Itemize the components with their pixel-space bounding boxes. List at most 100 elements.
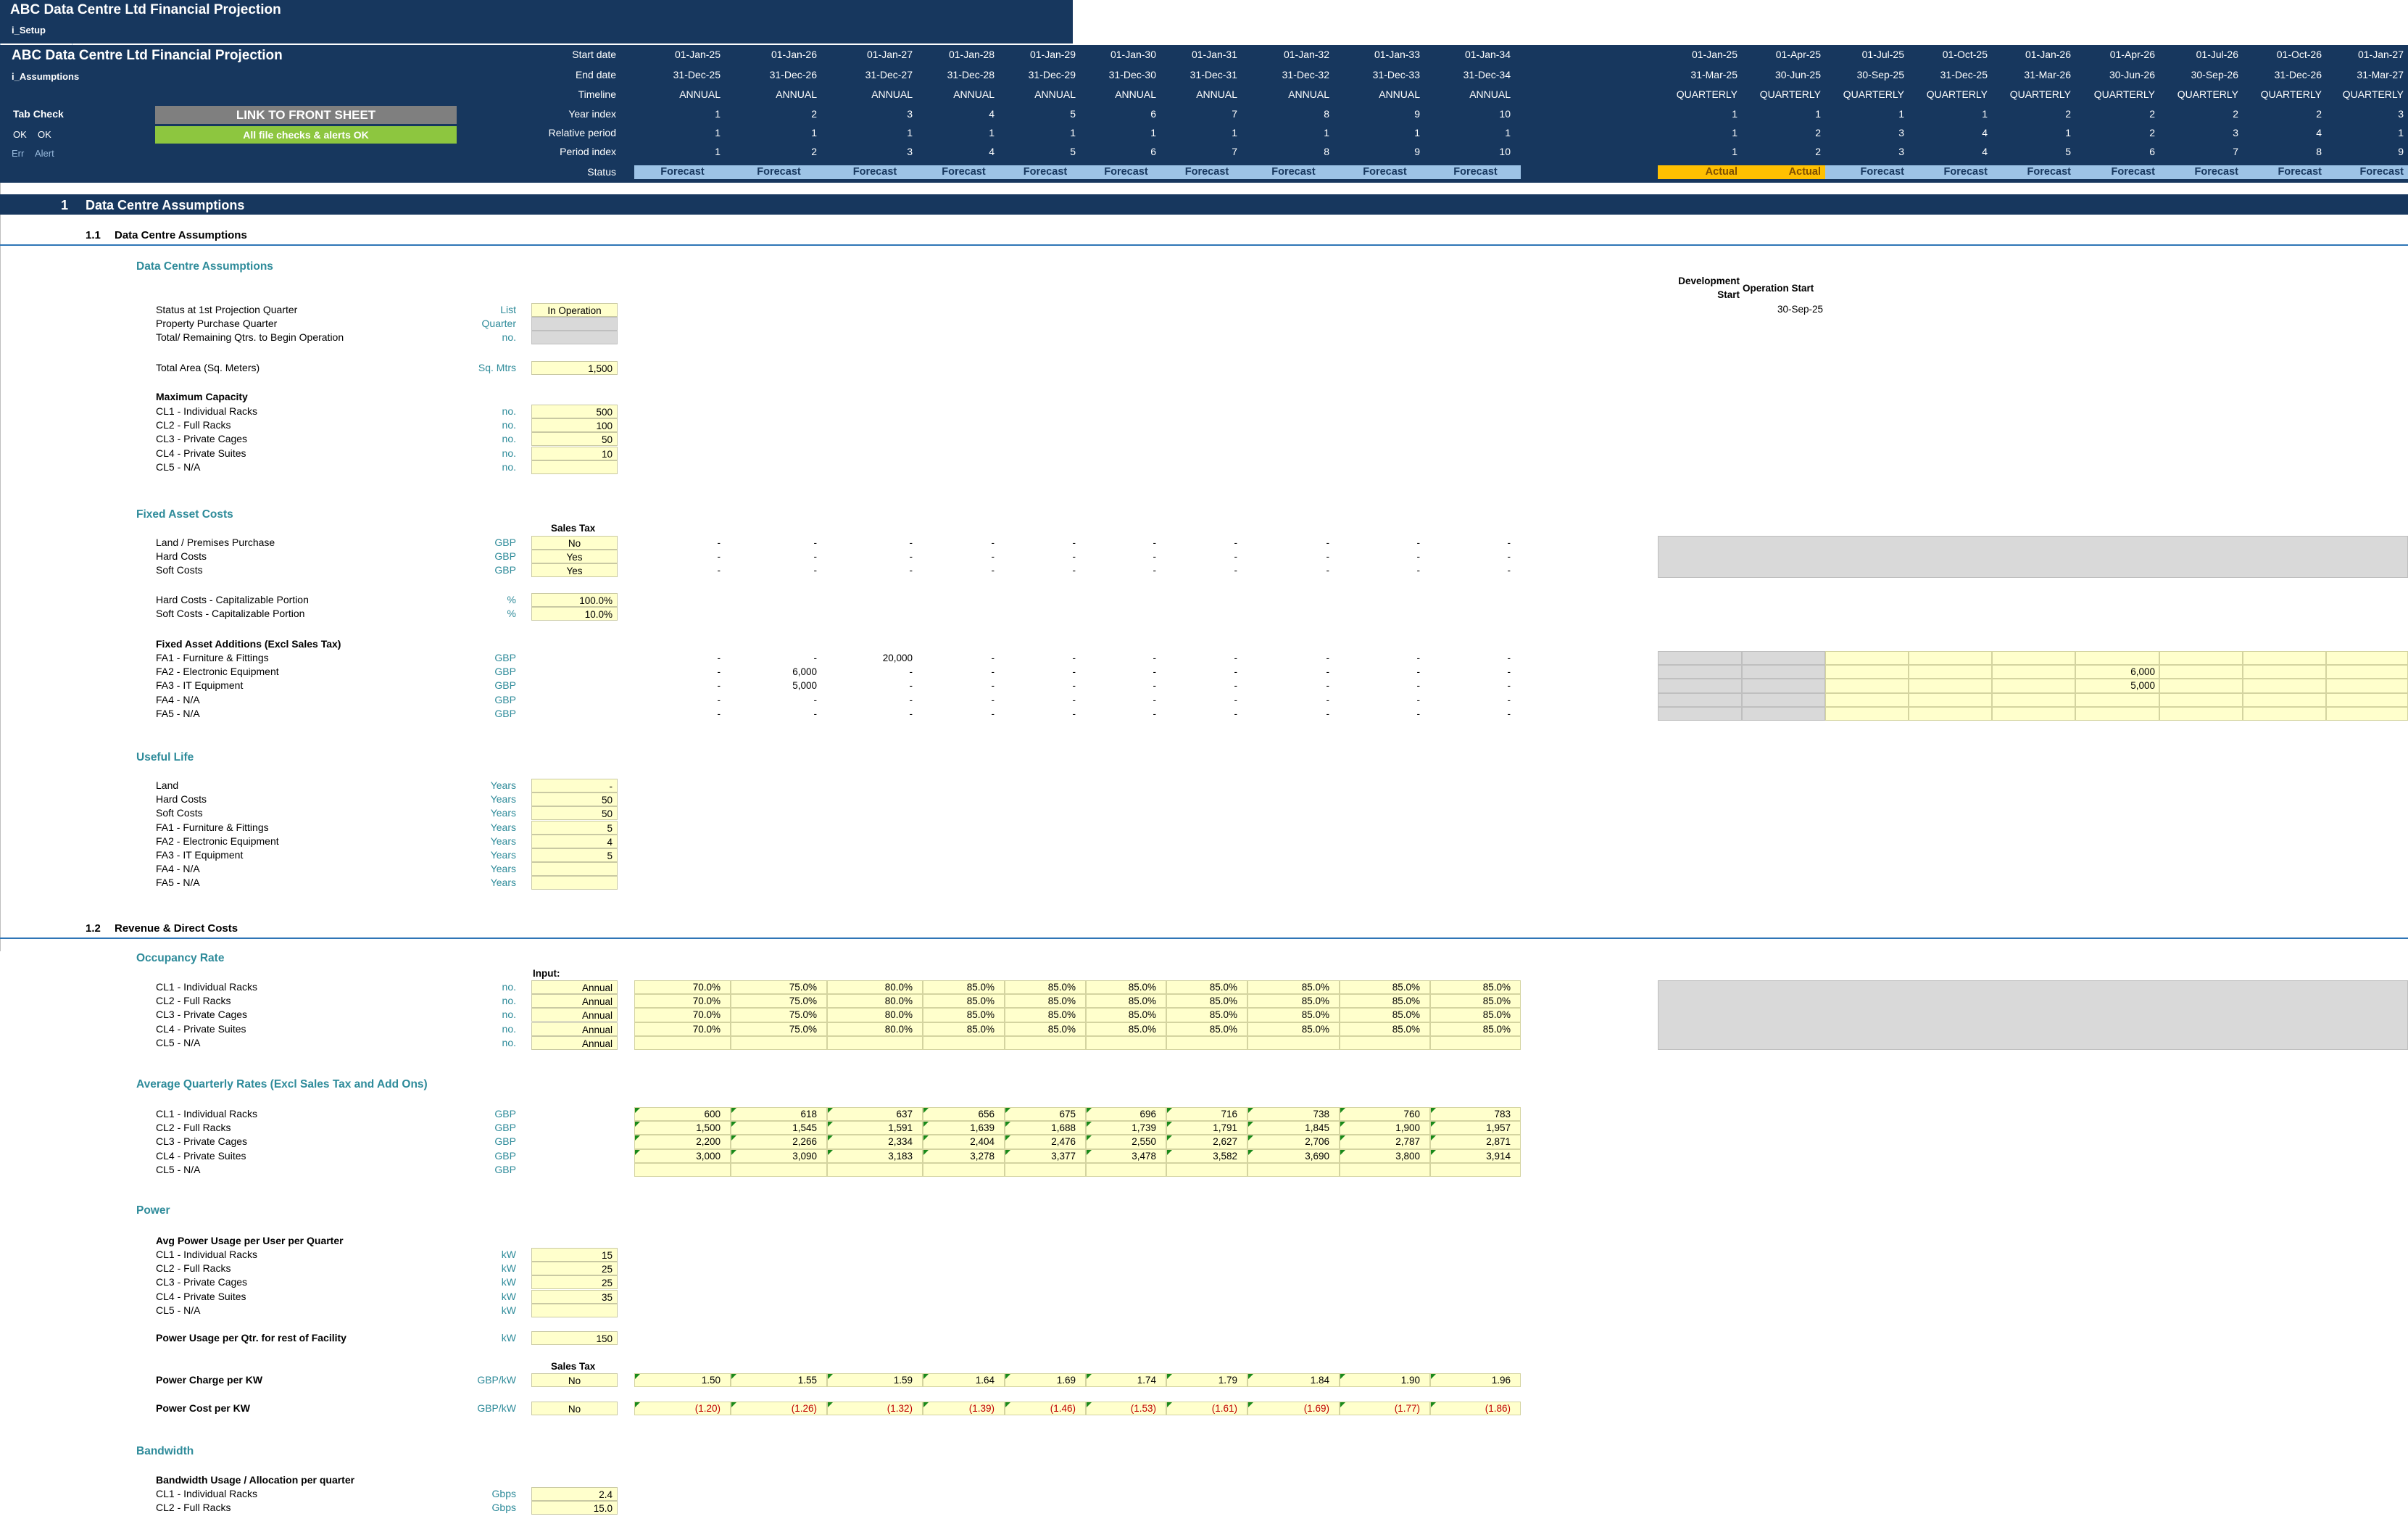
row-unit: no. (502, 1036, 516, 1048)
annual-value: (1.20) (694, 1403, 721, 1414)
annual-value: - (717, 708, 721, 719)
row-label: FA3 - IT Equipment (156, 849, 244, 861)
row-unit: GBP (494, 550, 516, 562)
annual-value: 85.0% (1047, 982, 1076, 993)
input-cell[interactable]: 50 (531, 806, 618, 821)
input-cell[interactable]: 500 (531, 405, 618, 418)
input-cell[interactable]: 10 (531, 446, 618, 460)
input-cell[interactable]: 15 (531, 1248, 618, 1262)
subsection-underline (0, 938, 2408, 939)
annual-value: (1.53) (1130, 1403, 1156, 1414)
annual-value: - (717, 537, 721, 548)
annual-value: 2,404 (970, 1136, 995, 1148)
input-cell[interactable]: 100 (531, 418, 618, 433)
row-label: Power Usage per Qtr. for rest of Facilit… (156, 1332, 346, 1344)
input-cell[interactable]: Annual (531, 1008, 618, 1022)
input-cell[interactable]: 25 (531, 1275, 618, 1290)
input-cell[interactable]: Annual (531, 1035, 618, 1050)
input-cell[interactable]: Yes (531, 563, 618, 577)
quarterly-gray-block (1658, 980, 2408, 1050)
comment-indicator-icon (635, 1108, 640, 1113)
input-cell[interactable]: No (531, 1402, 618, 1415)
comment-indicator-icon (828, 1149, 833, 1155)
input-cell[interactable]: No (531, 1373, 618, 1387)
grid-line (0, 310, 1, 352)
annual-start: 01-Jan-26 (771, 49, 817, 60)
annual-start: 01-Jan-32 (1283, 49, 1329, 60)
input-cell[interactable]: Annual (531, 980, 618, 994)
input-cell[interactable]: Annual (531, 994, 618, 1009)
input-cell[interactable] (531, 331, 618, 344)
annual-value: (1.26) (791, 1403, 817, 1414)
annual-relative-period: 1 (811, 127, 817, 138)
input-cell[interactable]: 1,500 (531, 361, 618, 375)
input-cell[interactable]: 10.0% (531, 607, 618, 621)
row-unit: GBP/kW (477, 1402, 516, 1414)
annual-value (923, 1163, 995, 1177)
row-unit: GBP (494, 1163, 516, 1175)
annual-end: 31-Dec-27 (865, 69, 913, 80)
input-cell[interactable]: - (531, 779, 618, 792)
quarter-year-index: 1 (1732, 108, 1738, 120)
input-cell[interactable]: Annual (531, 1022, 618, 1036)
input-cell[interactable]: 35 (531, 1289, 618, 1304)
input-cell[interactable]: 2.4 (531, 1487, 618, 1501)
annual-value (634, 1036, 721, 1050)
input-cell[interactable]: 4 (531, 834, 618, 848)
annual-value: - (1507, 653, 1511, 663)
input-cell[interactable]: 50 (531, 432, 618, 447)
input-cell[interactable]: 5 (531, 820, 618, 835)
comment-indicator-icon (731, 1402, 736, 1407)
annual-timeline: ANNUAL (1469, 88, 1511, 100)
input-cell[interactable]: 5 (531, 848, 618, 862)
input-cell[interactable] (531, 317, 618, 331)
grid-line (0, 394, 1, 464)
row-label: Hard Costs - Capitalizable Portion (156, 594, 309, 605)
row-label: CL5 - N/A (156, 1163, 201, 1175)
operation-start-label: Operation Start (1743, 283, 1814, 294)
quarter-period-index: 9 (2398, 146, 2404, 157)
annual-period-index: 2 (811, 146, 817, 157)
row-label: Avg Power Usage per User per Quarter (156, 1235, 344, 1246)
annual-value: 85.0% (1209, 982, 1237, 993)
annual-end: 31-Dec-32 (1282, 69, 1329, 80)
annual-value: - (813, 551, 818, 562)
annual-value: - (909, 666, 913, 678)
comment-indicator-icon (1167, 1135, 1172, 1141)
input-cell[interactable]: 150 (531, 1331, 618, 1345)
annual-value: - (1072, 551, 1076, 562)
row-label: CL1 - Individual Racks (156, 1249, 258, 1260)
quarterly-value (1658, 679, 1738, 692)
input-cell[interactable]: No (531, 536, 618, 550)
input-cell[interactable] (531, 1303, 618, 1317)
comment-indicator-icon (828, 1108, 833, 1113)
row-unit: GBP (494, 564, 516, 576)
annual-value: - (1326, 653, 1330, 663)
input-cell[interactable]: 25 (531, 1262, 618, 1276)
quarter-relative-period: 3 (1898, 127, 1904, 138)
input-cell[interactable]: 15.0 (531, 1501, 618, 1515)
grid-line (0, 882, 1, 951)
annual-value: (1.39) (968, 1403, 995, 1414)
grid-line (0, 812, 1, 882)
annual-value: 85.0% (1128, 1023, 1156, 1035)
comment-indicator-icon (923, 1135, 929, 1141)
quarterly-value (1992, 707, 2071, 721)
input-cell[interactable]: In Operation (531, 303, 618, 317)
input-cell[interactable] (531, 862, 618, 877)
comment-indicator-icon (1248, 1374, 1253, 1379)
input-cell[interactable]: Yes (531, 550, 618, 563)
quarterly-value (1992, 651, 2071, 665)
annual-value: - (813, 694, 818, 705)
input-cell[interactable] (531, 460, 618, 474)
annual-value (1340, 1036, 1420, 1050)
comment-indicator-icon (1167, 1149, 1172, 1155)
quarter-relative-period: 2 (1815, 127, 1821, 138)
annual-value: 1,500 (696, 1122, 721, 1134)
quarterly-value (2243, 679, 2322, 692)
link-to-front-sheet-button[interactable]: LINK TO FRONT SHEET (155, 106, 457, 124)
input-cell[interactable] (531, 876, 618, 890)
input-cell[interactable]: 50 (531, 792, 618, 807)
input-cell[interactable]: 100.0% (531, 593, 618, 607)
annual-value: 2,627 (1213, 1136, 1237, 1148)
